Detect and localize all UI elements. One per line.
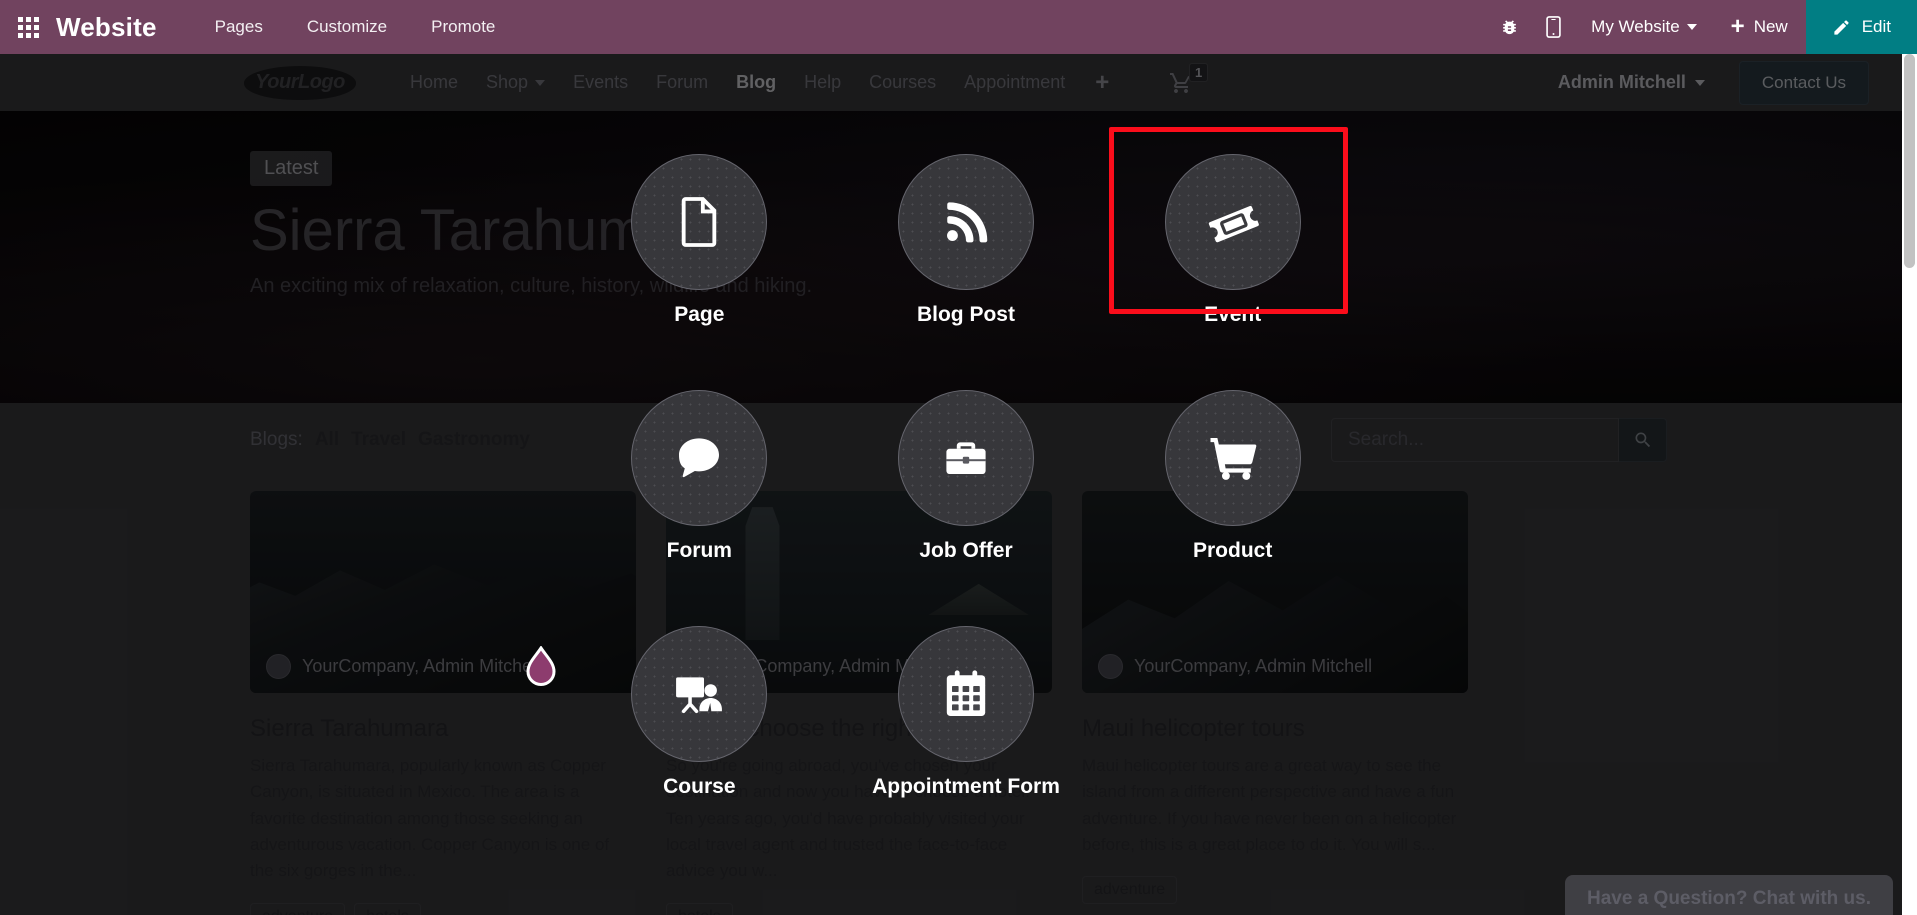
odoo-systray-bar: Website Pages Customize Promote My Websi… [0, 0, 1917, 54]
menu-promote[interactable]: Promote [409, 0, 517, 54]
apps-grid-icon [17, 16, 39, 38]
plus-icon: + [1730, 13, 1745, 40]
new-content-forum[interactable]: Forum [577, 390, 821, 563]
new-content-event[interactable]: Event [1111, 154, 1355, 327]
new-button-label: New [1753, 17, 1788, 36]
file-page-icon [682, 197, 717, 247]
new-content-icon-circle [897, 626, 1034, 762]
menu-customize[interactable]: Customize [285, 0, 409, 54]
rss-feed-icon [947, 202, 988, 243]
shopping-cart-icon [1210, 438, 1256, 480]
livechat-button[interactable]: Have a Question? Chat with us. [1565, 875, 1893, 915]
new-content-job-offer[interactable]: Job Offer [844, 390, 1088, 563]
new-content-appointment-form[interactable]: Appointment Form [844, 626, 1088, 799]
briefcase-icon [946, 442, 986, 474]
systray-menu: Pages Customize Promote [193, 0, 518, 54]
new-content-icon-circle [897, 154, 1034, 290]
mobile-preview-icon [1545, 16, 1561, 38]
location-pin-marker [526, 646, 556, 686]
mobile-preview-button[interactable] [1531, 0, 1575, 54]
new-content-course[interactable]: Course [577, 626, 821, 799]
systray-right-group: My Website + New Edit [1487, 0, 1917, 54]
calendar-icon [946, 670, 986, 716]
new-content-label: Forum [666, 539, 732, 562]
new-content-icon-circle [897, 390, 1034, 526]
apps-menu-button[interactable] [0, 0, 56, 54]
new-content-icon-circle [631, 154, 768, 290]
new-content-icon-circle [1164, 154, 1301, 290]
new-content-button[interactable]: + New [1713, 0, 1806, 54]
bug-icon [1502, 20, 1516, 35]
website-selector-label: My Website [1591, 17, 1680, 36]
new-content-icon-circle [1164, 390, 1301, 526]
new-content-label: Page [674, 303, 725, 326]
menu-pages[interactable]: Pages [193, 0, 285, 54]
new-content-label: Product [1192, 539, 1273, 562]
debug-menu-button[interactable] [1487, 0, 1531, 54]
new-content-label: Appointment Form [872, 775, 1060, 798]
edit-button[interactable]: Edit [1805, 0, 1917, 54]
presentation-teacher-icon [676, 677, 723, 714]
chevron-down-icon [1686, 24, 1697, 30]
new-content-blog-post[interactable]: Blog Post [844, 154, 1088, 327]
new-content-icon-circle [631, 390, 768, 526]
new-content-page[interactable]: Page [577, 154, 821, 327]
chat-bubble-icon [679, 438, 720, 478]
ticket-icon [1208, 205, 1259, 243]
new-content-grid: Page Blog Post Event Forum Job Offer Pro… [566, 154, 1366, 799]
new-content-icon-circle [631, 626, 768, 762]
new-content-label: Blog Post [916, 303, 1015, 326]
edit-button-label: Edit [1861, 17, 1891, 36]
new-content-label: Course [663, 775, 736, 798]
app-name[interactable]: Website [56, 14, 157, 40]
pencil-icon [1834, 19, 1849, 35]
new-content-label: Job Offer [919, 539, 1013, 562]
page-scrollbar[interactable] [1902, 54, 1917, 915]
scrollbar-thumb[interactable] [1904, 54, 1915, 268]
new-content-dialog: Page Blog Post Event Forum Job Offer Pro… [0, 54, 1917, 915]
website-selector[interactable]: My Website [1575, 0, 1713, 54]
new-content-label: Event [1204, 303, 1262, 326]
new-content-product[interactable]: Product [1111, 390, 1355, 563]
